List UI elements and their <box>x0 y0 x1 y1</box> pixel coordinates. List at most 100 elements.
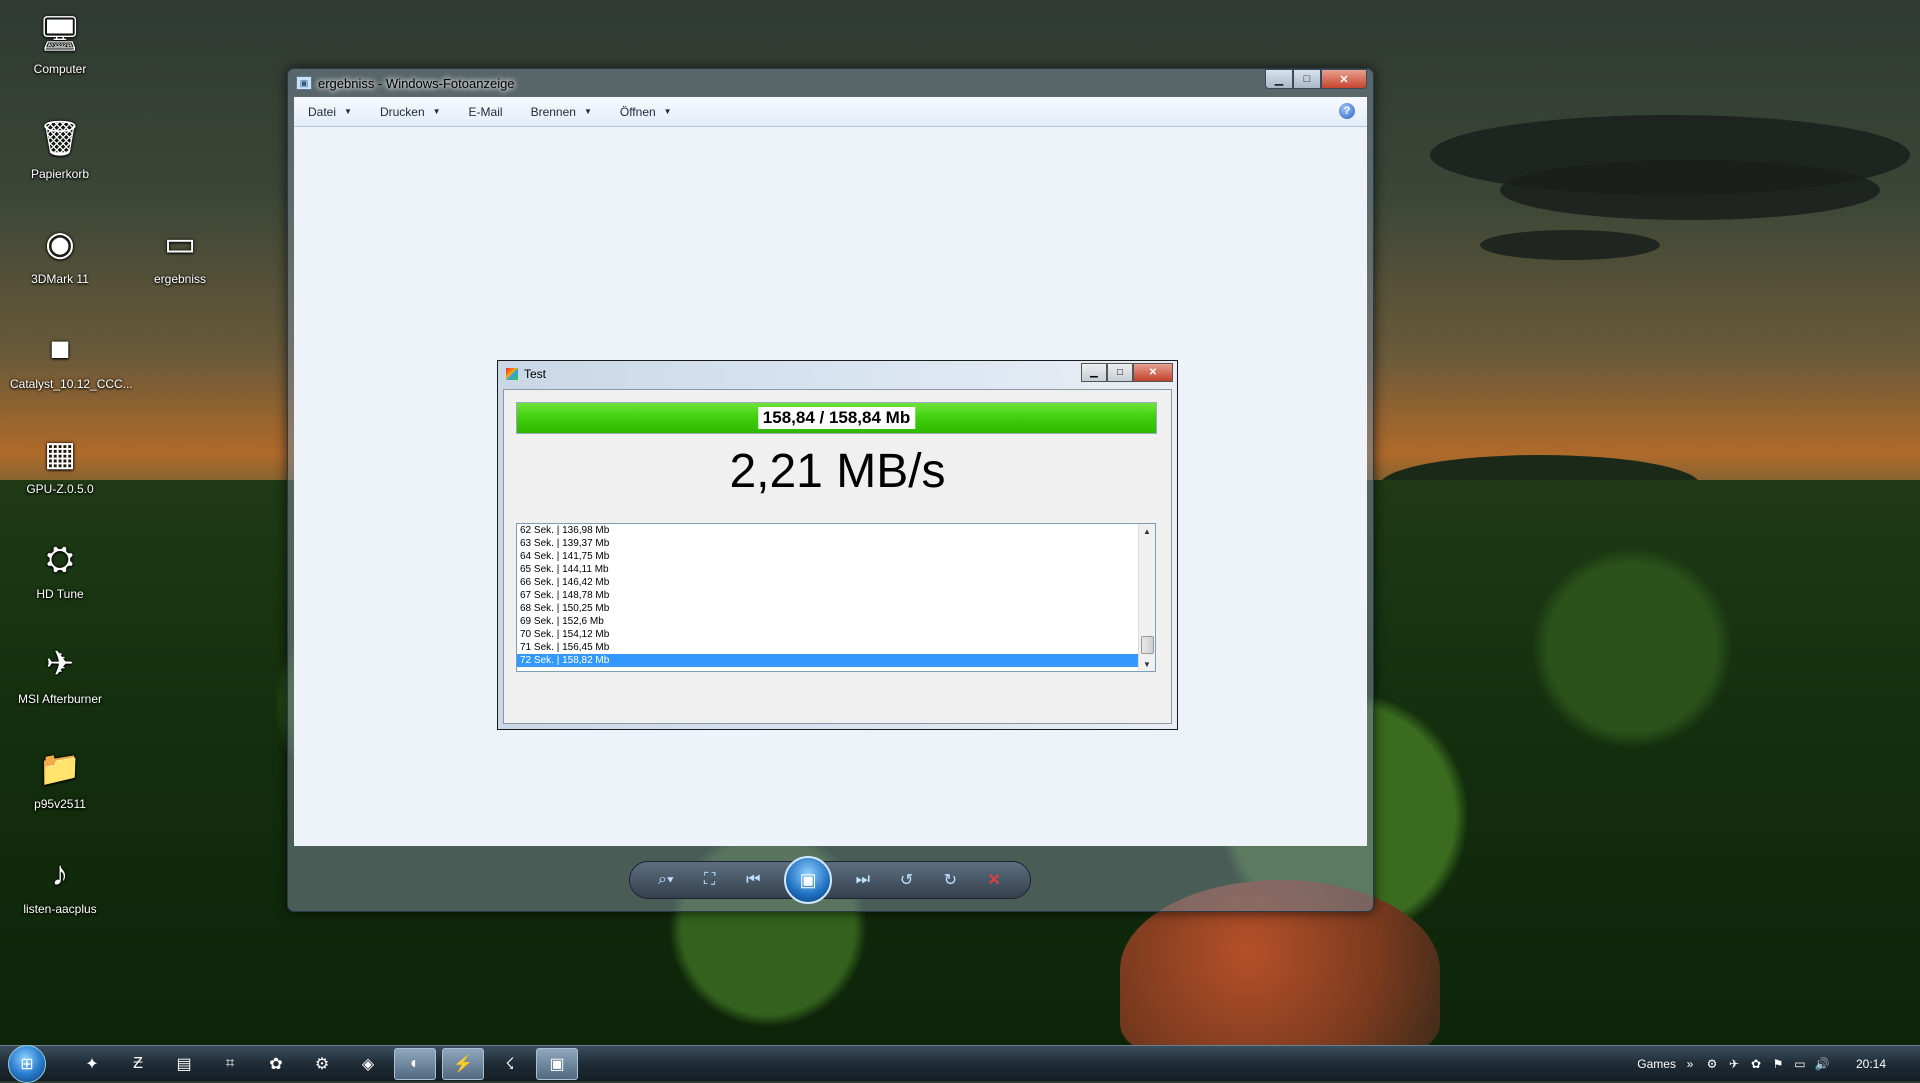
scroll-up-icon: ▲ <box>1143 526 1151 536</box>
speed-readout: 2,21 MB/s <box>729 445 946 498</box>
list-item: 65 Sek. | 144,11 Mb <box>520 564 609 575</box>
list-item: 63 Sek. | 139,37 Mb <box>520 538 610 549</box>
image-view-area[interactable]: Test ▁ □ ✕ 158,84 / 158,84 Mb 2,21 MB/s … <box>294 127 1367 846</box>
taskbar-app-icon[interactable]: ▤ <box>164 1049 204 1079</box>
title-bar[interactable]: ▣ ergebniss - Windows-Fotoanzeige ▁ □ ✕ <box>288 69 1373 97</box>
list-item: 71 Sek. | 156,45 Mb <box>520 642 610 653</box>
taskbar-app-icon[interactable]: ✦ <box>72 1049 112 1079</box>
network-icon[interactable]: ▭ <box>1790 1057 1810 1071</box>
volume-icon[interactable]: 🔊 <box>1812 1057 1832 1071</box>
viewer-controls: ⌕▾ ⛶ ⏮ ▣ ⏭ ↺ ↻ ✕ <box>629 856 1031 904</box>
list-item: 70 Sek. | 154,12 Mb <box>520 629 610 640</box>
desktop-icon[interactable]: ■ Catalyst_10.12_CCC... <box>10 325 133 392</box>
photo-viewer-icon: ▣ <box>296 76 312 90</box>
dropdown-caret-icon: ▼ <box>583 107 592 116</box>
maximize-button[interactable]: □ <box>1293 69 1321 89</box>
rotate-right-icon[interactable]: ↻ <box>937 870 963 890</box>
zoom-icon[interactable]: ⌕▾ <box>653 871 679 889</box>
computer-icon: 🖥 <box>38 15 82 53</box>
chevron-icon[interactable]: » <box>1680 1057 1700 1071</box>
test-close-icon: ✕ <box>1133 363 1173 382</box>
list-item: 66 Sek. | 146,42 Mb <box>520 577 610 588</box>
3dmark-icon: ◉ <box>45 225 75 263</box>
afterburner-icon: ✈ <box>45 645 75 683</box>
desktop-icon[interactable]: ⛭ HD Tune <box>10 535 110 602</box>
minimize-button[interactable]: ▁ <box>1265 69 1293 89</box>
list-item: 67 Sek. | 148,78 Mb <box>520 590 610 601</box>
list-item: 62 Sek. | 136,98 Mb <box>520 525 610 536</box>
taskbar-app-icon[interactable]: ☇ <box>490 1049 530 1079</box>
taskbar-app-icon[interactable]: Ƶ <box>118 1049 158 1079</box>
desktop-icon[interactable]: ✈ MSI Afterburner <box>10 640 110 706</box>
steam-tray-icon[interactable]: ⚙ <box>1702 1057 1722 1071</box>
list-item: 68 Sek. | 150,25 Mb <box>520 603 610 614</box>
afterburner-tray-icon[interactable]: ✈ <box>1724 1057 1744 1071</box>
desktop-icon-label: ergebniss <box>153 272 207 286</box>
recycle-bin-icon: 🗑 <box>38 120 82 158</box>
system-tray: Games » ⚙ ✈ ✿ ⚑ ▭ 🔊 20:14 <box>1637 1046 1920 1081</box>
cloud-shape <box>1500 160 1880 220</box>
help-icon[interactable]: ? <box>1339 103 1355 119</box>
log-listbox: 62 Sek. | 136,98 Mb 63 Sek. | 139,37 Mb 64… <box>516 523 1156 672</box>
tray-app-icon[interactable]: ✿ <box>1746 1057 1766 1071</box>
menu-datei[interactable]: Datei ▼ <box>294 105 366 119</box>
image-file-icon: ▭ <box>163 225 197 263</box>
games-toolbar-label[interactable]: Games <box>1637 1057 1676 1071</box>
taskbar-app-icon[interactable]: ⚡ <box>442 1047 484 1080</box>
menu-label: Datei <box>308 104 337 119</box>
desktop-icon[interactable]: 🗑 Papierkorb <box>10 115 110 181</box>
start-button[interactable]: ⊞ <box>8 1044 46 1083</box>
close-button[interactable]: ✕ <box>1321 69 1367 89</box>
cloud-shape <box>1480 230 1660 260</box>
menu-email[interactable]: E-Mail <box>455 105 517 119</box>
scroll-down-icon: ▼ <box>1143 659 1151 669</box>
desktop-icon[interactable]: 🖥 Computer <box>10 10 110 76</box>
hdtune-icon: ⛭ <box>46 539 74 578</box>
test-title-bar: Test ▁ □ ✕ <box>498 361 1177 387</box>
desktop-icon-label: listen-aacplus <box>23 902 97 916</box>
menu-brennen[interactable]: Brennen ▼ <box>517 105 606 119</box>
desktop-icon-label: HD Tune <box>36 587 84 601</box>
test-client-area: 158,84 / 158,84 Mb 2,21 MB/s 62 Sek. | 1… <box>503 389 1172 724</box>
slideshow-button[interactable]: ▣ <box>784 856 833 904</box>
previous-icon[interactable]: ⏮ <box>740 871 766 889</box>
listbox-scrollbar: ▲ ▼ <box>1138 524 1155 671</box>
photo-viewer-task-icon[interactable]: ▣ <box>536 1047 578 1080</box>
desktop-icon-label: GPU-Z.0.5.0 <box>26 482 94 496</box>
menu-oeffnen[interactable]: Öffnen ▼ <box>606 105 686 119</box>
steam-icon[interactable]: ⚙ <box>302 1049 342 1079</box>
desktop-icon[interactable]: ▦ GPU-Z.0.5.0 <box>10 430 110 496</box>
rotate-left-icon[interactable]: ↺ <box>894 870 920 890</box>
desktop-icon-label: Computer <box>33 62 87 76</box>
list-item: 69 Sek. | 152,6 Mb <box>520 616 604 627</box>
playlist-file-icon: ♪ <box>51 854 69 893</box>
caption-buttons: ▁ □ ✕ <box>1265 69 1367 89</box>
flag-icon[interactable]: ⚑ <box>1768 1057 1788 1071</box>
desktop-icon[interactable]: ◉ 3DMark 11 <box>10 220 110 286</box>
test-maximize-icon: □ <box>1107 363 1133 382</box>
clock[interactable]: 20:14 <box>1856 1057 1886 1071</box>
menu-label: Brennen <box>530 104 576 119</box>
desktop-icon[interactable]: 📁 p95v2511 <box>10 745 110 811</box>
desktop-icon-label: p95v2511 <box>34 797 86 811</box>
next-icon[interactable]: ⏭ <box>850 871 876 889</box>
taskbar-app-icon[interactable]: ⌗ <box>210 1049 250 1079</box>
delete-icon[interactable]: ✕ <box>981 870 1007 890</box>
desktop-icon-label: 3DMark 11 <box>31 272 89 286</box>
photo-viewer-window[interactable]: ▣ ergebniss - Windows-Fotoanzeige ▁ □ ✕ … <box>287 68 1374 912</box>
taskbar-app-icon[interactable]: ◈ <box>348 1049 388 1079</box>
dropdown-caret-icon: ▼ <box>663 107 672 116</box>
desktop-icon[interactable]: ♪ listen-aacplus <box>10 850 110 917</box>
test-window-title: Test <box>524 367 547 381</box>
desktop-icon-label: MSI Afterburner <box>17 692 103 706</box>
fit-window-icon[interactable]: ⛶ <box>697 871 723 889</box>
test-minimize-icon: ▁ <box>1081 363 1107 382</box>
command-bar: Datei ▼ Drucken ▼ E-Mail Brennen ▼ Öffnen ▼ … <box>294 97 1367 127</box>
progress-label: 158,84 / 158,84 Mb <box>757 407 916 429</box>
taskbar-app-icon[interactable]: ✿ <box>256 1049 296 1079</box>
list-item: 64 Sek. | 141,75 Mb <box>520 551 610 562</box>
menu-drucken[interactable]: Drucken ▼ <box>366 105 455 119</box>
download-progress-bar: 158,84 / 158,84 Mb <box>516 402 1157 434</box>
firefox-icon[interactable]: ◐ <box>394 1047 436 1080</box>
desktop-icon[interactable]: ▭ ergebniss <box>130 220 230 286</box>
